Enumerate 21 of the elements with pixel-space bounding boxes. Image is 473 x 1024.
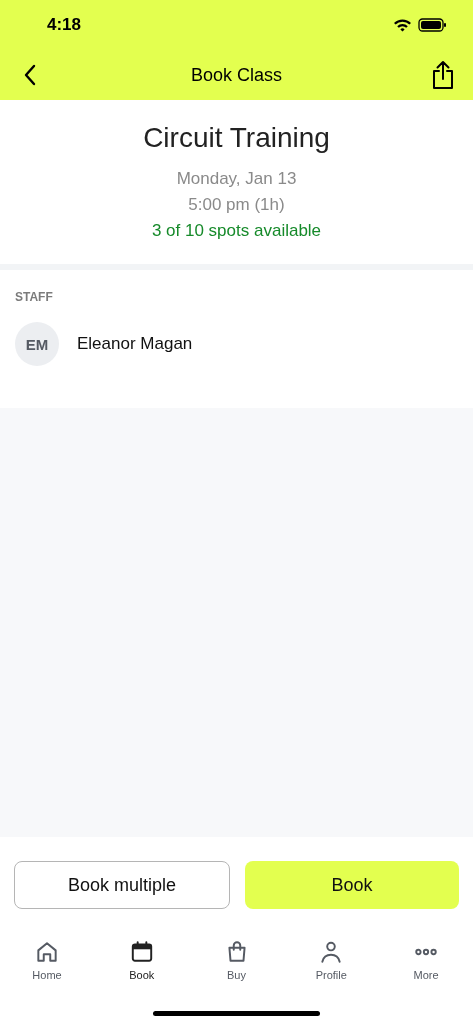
tab[interactable]: More bbox=[393, 939, 459, 981]
battery-icon bbox=[418, 18, 447, 32]
staff-name: Eleanor Magan bbox=[77, 334, 193, 354]
avatar: EM bbox=[15, 322, 59, 366]
page-title: Book Class bbox=[190, 64, 282, 86]
tab[interactable]: Buy bbox=[203, 939, 270, 981]
status-time: 4:18 bbox=[47, 15, 82, 35]
home-icon bbox=[34, 939, 60, 965]
back-icon bbox=[23, 64, 37, 86]
tab[interactable]: Home bbox=[14, 939, 80, 981]
book-button[interactable]: Book bbox=[245, 861, 459, 909]
share-icon bbox=[431, 60, 455, 90]
class-title: Circuit Training bbox=[143, 122, 330, 154]
book-multiple-button[interactable]: Book multiple bbox=[14, 861, 230, 909]
tab[interactable]: Profile bbox=[298, 939, 365, 981]
availability-text: 3 of 10 spots available bbox=[151, 220, 322, 242]
class-date: Monday, Jan 13 bbox=[176, 168, 297, 190]
wifi-icon bbox=[393, 18, 412, 32]
section-heading: STAFF bbox=[15, 290, 54, 304]
tab[interactable]: Book bbox=[108, 939, 175, 981]
class-time: 5:00 pm (1h) bbox=[188, 194, 285, 216]
